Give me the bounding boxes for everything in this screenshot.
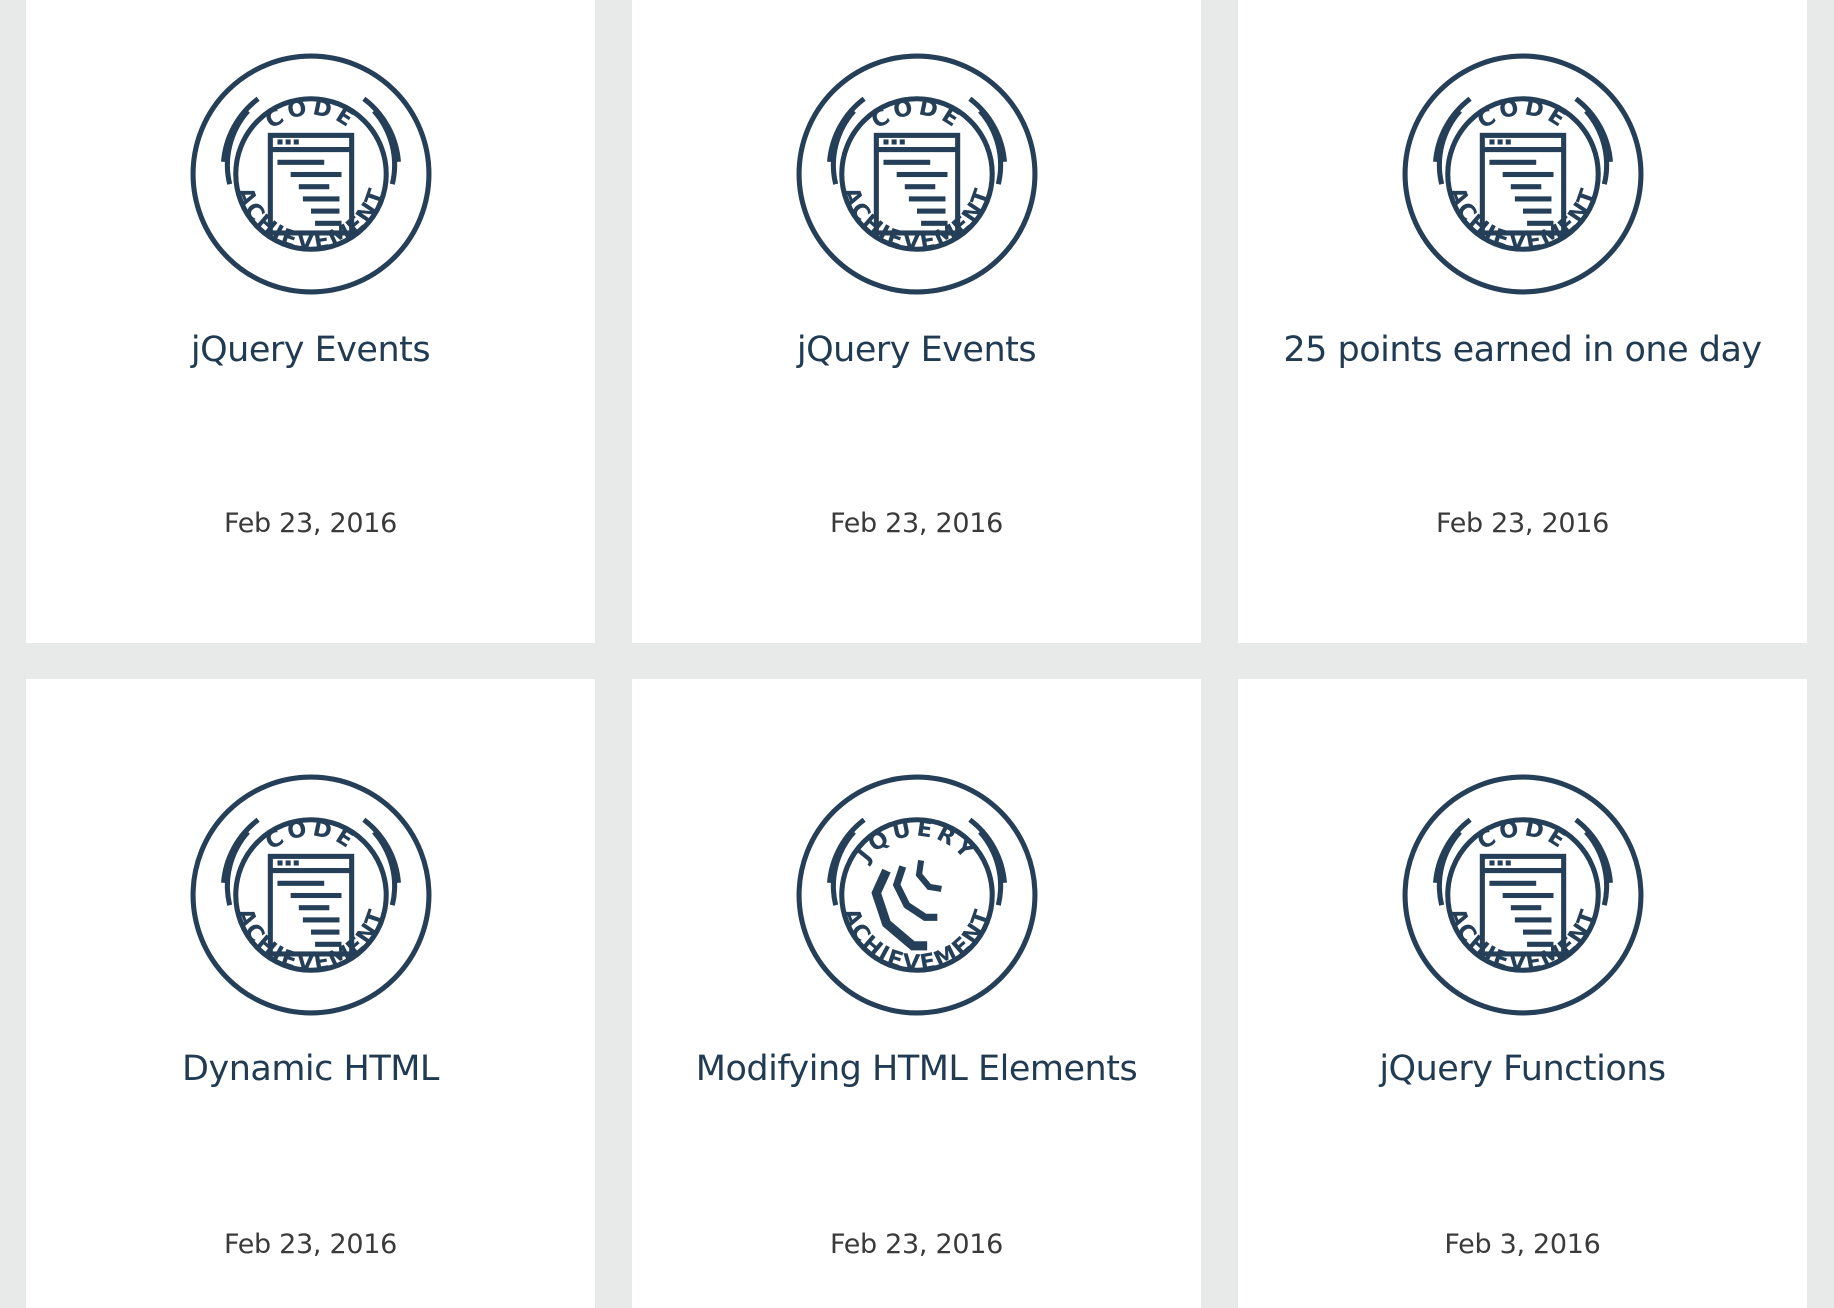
achievements-grid: jQuery Events Feb 23, 2016 jQuery Events… (0, 0, 1834, 1308)
code-badge-svg (189, 773, 433, 1017)
code-achievement-badge-icon (795, 52, 1039, 296)
achievement-date: Feb 23, 2016 (223, 1229, 398, 1260)
code-badge-svg (189, 52, 433, 296)
achievement-date: Feb 23, 2016 (223, 508, 398, 539)
achievement-date: Feb 3, 2016 (1444, 1229, 1601, 1260)
code-achievement-badge-icon (1401, 52, 1645, 296)
code-achievement-badge-icon (189, 773, 433, 1017)
jquery-badge-svg (795, 773, 1039, 1017)
achievement-card[interactable]: jQuery Events Feb 23, 2016 (26, 0, 595, 643)
achievement-date: Feb 23, 2016 (829, 1229, 1004, 1260)
achievement-title: jQuery Functions (1379, 1049, 1666, 1089)
jquery-achievement-badge-icon (795, 773, 1039, 1017)
code-achievement-badge-icon (1401, 773, 1645, 1017)
achievement-title: 25 points earned in one day (1283, 330, 1762, 370)
code-achievement-badge-icon (189, 52, 433, 296)
achievement-card[interactable]: jQuery Events Feb 23, 2016 (632, 0, 1201, 643)
achievement-title: Dynamic HTML (182, 1049, 439, 1089)
achievement-card[interactable]: Dynamic HTML Feb 23, 2016 (26, 679, 595, 1308)
code-badge-svg (795, 52, 1039, 296)
achievement-title: Modifying HTML Elements (695, 1049, 1138, 1089)
code-badge-svg (1401, 773, 1645, 1017)
achievement-card[interactable]: jQuery Functions Feb 3, 2016 (1238, 679, 1807, 1308)
achievement-title: jQuery Events (190, 330, 431, 370)
achievement-title: jQuery Events (796, 330, 1037, 370)
achievement-card[interactable]: Modifying HTML Elements Feb 23, 2016 (632, 679, 1201, 1308)
achievement-date: Feb 23, 2016 (829, 508, 1004, 539)
achievement-card[interactable]: 25 points earned in one day Feb 23, 2016 (1238, 0, 1807, 643)
achievement-date: Feb 23, 2016 (1435, 508, 1610, 539)
code-badge-svg (1401, 52, 1645, 296)
